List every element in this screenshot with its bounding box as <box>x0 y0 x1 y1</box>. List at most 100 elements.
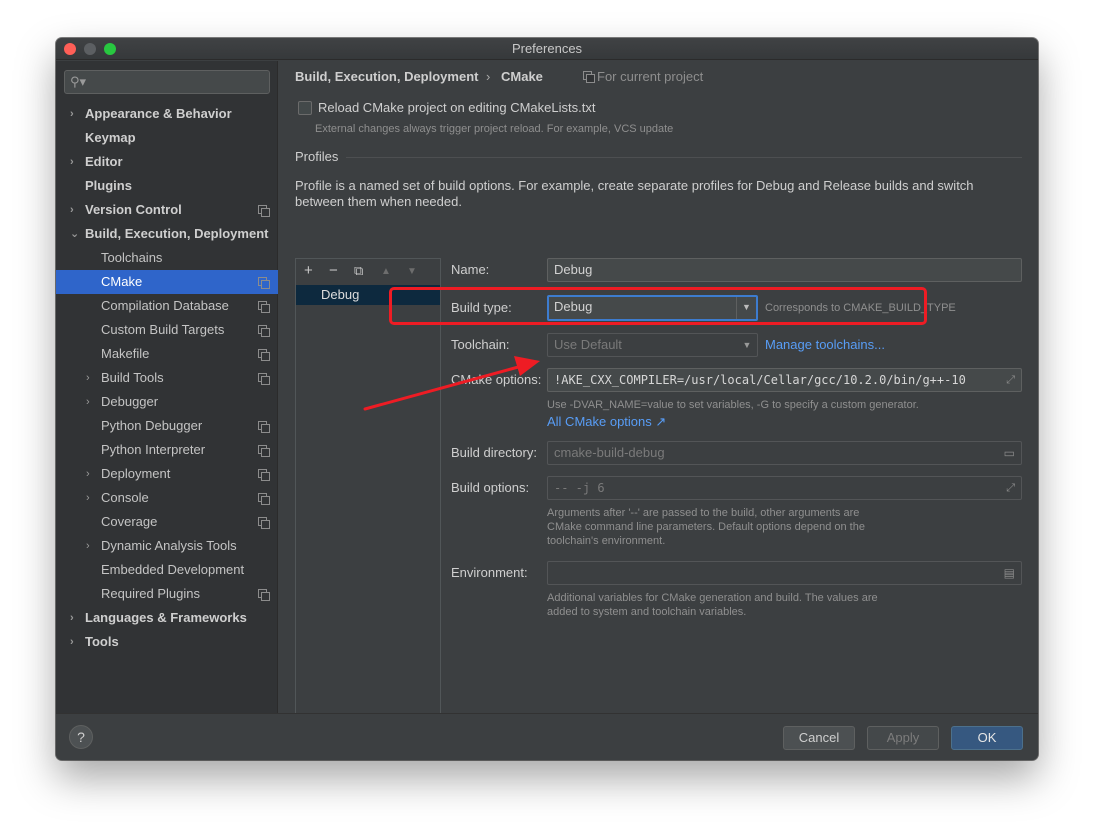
dialog-button-bar: ? Cancel Apply OK <box>56 713 1038 760</box>
sidebar-item-label: Build, Execution, Deployment <box>85 226 269 241</box>
sidebar-item-label: Compilation Database <box>101 298 229 313</box>
chevron-down-icon[interactable]: ▼ <box>736 297 756 319</box>
breadcrumb-separator: › <box>486 69 491 84</box>
project-scope-icon <box>258 301 270 313</box>
sidebar-item-build-execution-deployment[interactable]: ⌄ Build, Execution, Deployment <box>56 222 278 246</box>
copy-profile-icon[interactable]: ⧉ <box>354 261 363 281</box>
ok-button[interactable]: OK <box>951 726 1023 750</box>
environment-hint-2: added to system and toolchain variables. <box>547 606 747 618</box>
toolchain-value: Use Default <box>554 337 622 352</box>
environment-label: Environment: <box>451 565 528 580</box>
sidebar-item-debugger[interactable]: › Debugger <box>56 390 278 414</box>
maximize-window-button[interactable] <box>104 43 116 55</box>
profile-name-input[interactable]: Debug <box>547 258 1022 282</box>
sidebar-item-plugins[interactable]: Plugins <box>56 174 278 198</box>
sidebar-item-label: Python Interpreter <box>101 442 206 457</box>
sidebar-item-makefile[interactable]: Makefile <box>56 342 278 366</box>
project-scope-icon <box>258 205 270 217</box>
help-button[interactable]: ? <box>69 725 93 749</box>
sidebar-item-editor[interactable]: › Editor <box>56 150 278 174</box>
build-directory-input[interactable]: cmake-build-debug ▭ <box>547 441 1022 465</box>
profile-list-item-debug[interactable]: Debug <box>296 285 440 305</box>
all-cmake-options-link[interactable]: All CMake options ↗ <box>547 414 666 430</box>
build-options-hint-1: Arguments after '--' are passed to the b… <box>547 507 860 519</box>
sidebar-item-required-plugins[interactable]: Required Plugins <box>56 582 278 606</box>
project-scope-label: For current project <box>597 69 704 84</box>
sidebar-item-console[interactable]: › Console <box>56 486 278 510</box>
profiles-heading: Profiles <box>295 149 339 164</box>
sidebar-item-deployment[interactable]: › Deployment <box>56 462 278 486</box>
sidebar-item-label: Toolchains <box>101 250 163 265</box>
close-window-button[interactable] <box>64 43 76 55</box>
cmake-options-input[interactable]: !AKE_CXX_COMPILER=/usr/local/Cellar/gcc/… <box>547 368 1022 392</box>
remove-profile-button[interactable]: − <box>329 261 338 281</box>
sidebar-item-coverage[interactable]: Coverage <box>56 510 278 534</box>
chevron-right-icon[interactable]: › <box>86 486 90 510</box>
reload-checkbox-label[interactable]: Reload CMake project on editing CMakeLis… <box>318 100 595 115</box>
build-directory-label: Build directory: <box>451 445 537 460</box>
sidebar-item-label: Embedded Development <box>101 562 245 577</box>
sidebar-item-cmake[interactable]: CMake <box>56 270 278 294</box>
build-options-hint-2: CMake command line parameters. Default o… <box>547 521 865 533</box>
chevron-right-icon[interactable]: › <box>86 462 90 486</box>
apply-button[interactable]: Apply <box>867 726 939 750</box>
expand-icon[interactable]: ⤢ <box>1006 369 1015 391</box>
chevron-right-icon[interactable]: › <box>70 606 74 630</box>
sidebar-item-keymap[interactable]: Keymap <box>56 126 278 150</box>
chevron-right-icon[interactable]: › <box>70 198 74 222</box>
sidebar-item-label: Makefile <box>101 346 150 361</box>
chevron-right-icon[interactable]: › <box>86 390 90 414</box>
project-scope-icon <box>258 517 270 529</box>
sidebar-item-compilation-database[interactable]: Compilation Database <box>56 294 278 318</box>
chevron-right-icon[interactable]: › <box>86 534 90 558</box>
build-type-combo[interactable]: Debug ▼ <box>547 295 758 321</box>
sidebar-item-label: Tools <box>85 634 119 649</box>
chevron-down-icon[interactable]: ▼ <box>737 334 757 356</box>
sidebar-item-tools[interactable]: › Tools <box>56 630 278 654</box>
sidebar-item-build-tools[interactable]: › Build Tools <box>56 366 278 390</box>
sidebar-item-python-interpreter[interactable]: Python Interpreter <box>56 438 278 462</box>
sidebar-item-custom-build-targets[interactable]: Custom Build Targets <box>56 318 278 342</box>
sidebar-item-python-debugger[interactable]: Python Debugger <box>56 414 278 438</box>
toolchain-combo[interactable]: Use Default ▼ <box>547 333 758 357</box>
minimize-window-button[interactable] <box>84 43 96 55</box>
sidebar-item-label: Coverage <box>101 514 158 529</box>
build-type-value: Debug <box>554 299 593 314</box>
reload-checkbox[interactable] <box>298 101 312 115</box>
sidebar-item-version-control[interactable]: › Version Control <box>56 198 278 222</box>
chevron-right-icon[interactable]: › <box>70 102 74 126</box>
sidebar-item-label: Console <box>101 490 149 505</box>
chevron-down-icon[interactable]: ⌄ <box>70 222 79 246</box>
settings-sidebar: ⚲▾ › Appearance & Behavior Keymap › Editor Pl… <box>56 61 278 713</box>
sidebar-item-appearance-behavior[interactable]: › Appearance & Behavior <box>56 102 278 126</box>
breadcrumb-parent[interactable]: Build, Execution, Deployment <box>295 69 478 84</box>
chevron-right-icon[interactable]: › <box>70 630 74 654</box>
expand-icon[interactable]: ⤢ <box>1006 477 1015 499</box>
name-label: Name: <box>451 262 490 277</box>
project-scope-icon <box>258 373 270 385</box>
folder-icon[interactable]: ▭ <box>1004 442 1015 464</box>
project-scope-icon <box>258 349 270 361</box>
cmake-settings-panel: Build, Execution, Deployment › CMake For… <box>279 61 1038 734</box>
cancel-button[interactable]: Cancel <box>783 726 855 750</box>
environment-input[interactable]: ▤ <box>547 561 1022 585</box>
sidebar-item-label: CMake <box>101 274 143 289</box>
sidebar-item-label: Python Debugger <box>101 418 203 433</box>
sidebar-item-dynamic-analysis-tools[interactable]: › Dynamic Analysis Tools <box>56 534 278 558</box>
build-type-hint: Corresponds to CMAKE_BUILD_TYPE <box>765 302 956 314</box>
profiles-toolbar: + − ⧉ ▲ ▼ <box>296 259 440 283</box>
add-profile-button[interactable]: + <box>304 261 313 281</box>
build-options-input[interactable]: -- -j 6 ⤢ <box>547 476 1022 500</box>
settings-search-input[interactable]: ⚲▾ <box>64 70 270 94</box>
sidebar-item-languages-frameworks[interactable]: › Languages & Frameworks <box>56 606 278 630</box>
chevron-right-icon[interactable]: › <box>86 366 90 390</box>
chevron-right-icon[interactable]: › <box>70 150 74 174</box>
sidebar-item-embedded-development[interactable]: Embedded Development <box>56 558 278 582</box>
sidebar-item-toolchains[interactable]: Toolchains <box>56 246 278 270</box>
sidebar-item-label: Plugins <box>85 178 132 193</box>
settings-tree: › Appearance & Behavior Keymap › Editor Plugi… <box>56 102 278 654</box>
build-options-hint-3: toolchain's environment. <box>547 535 666 547</box>
edit-environment-icon[interactable]: ▤ <box>1004 562 1015 584</box>
manage-toolchains-link[interactable]: Manage toolchains... <box>765 337 885 352</box>
build-directory-value: cmake-build-debug <box>554 445 665 460</box>
